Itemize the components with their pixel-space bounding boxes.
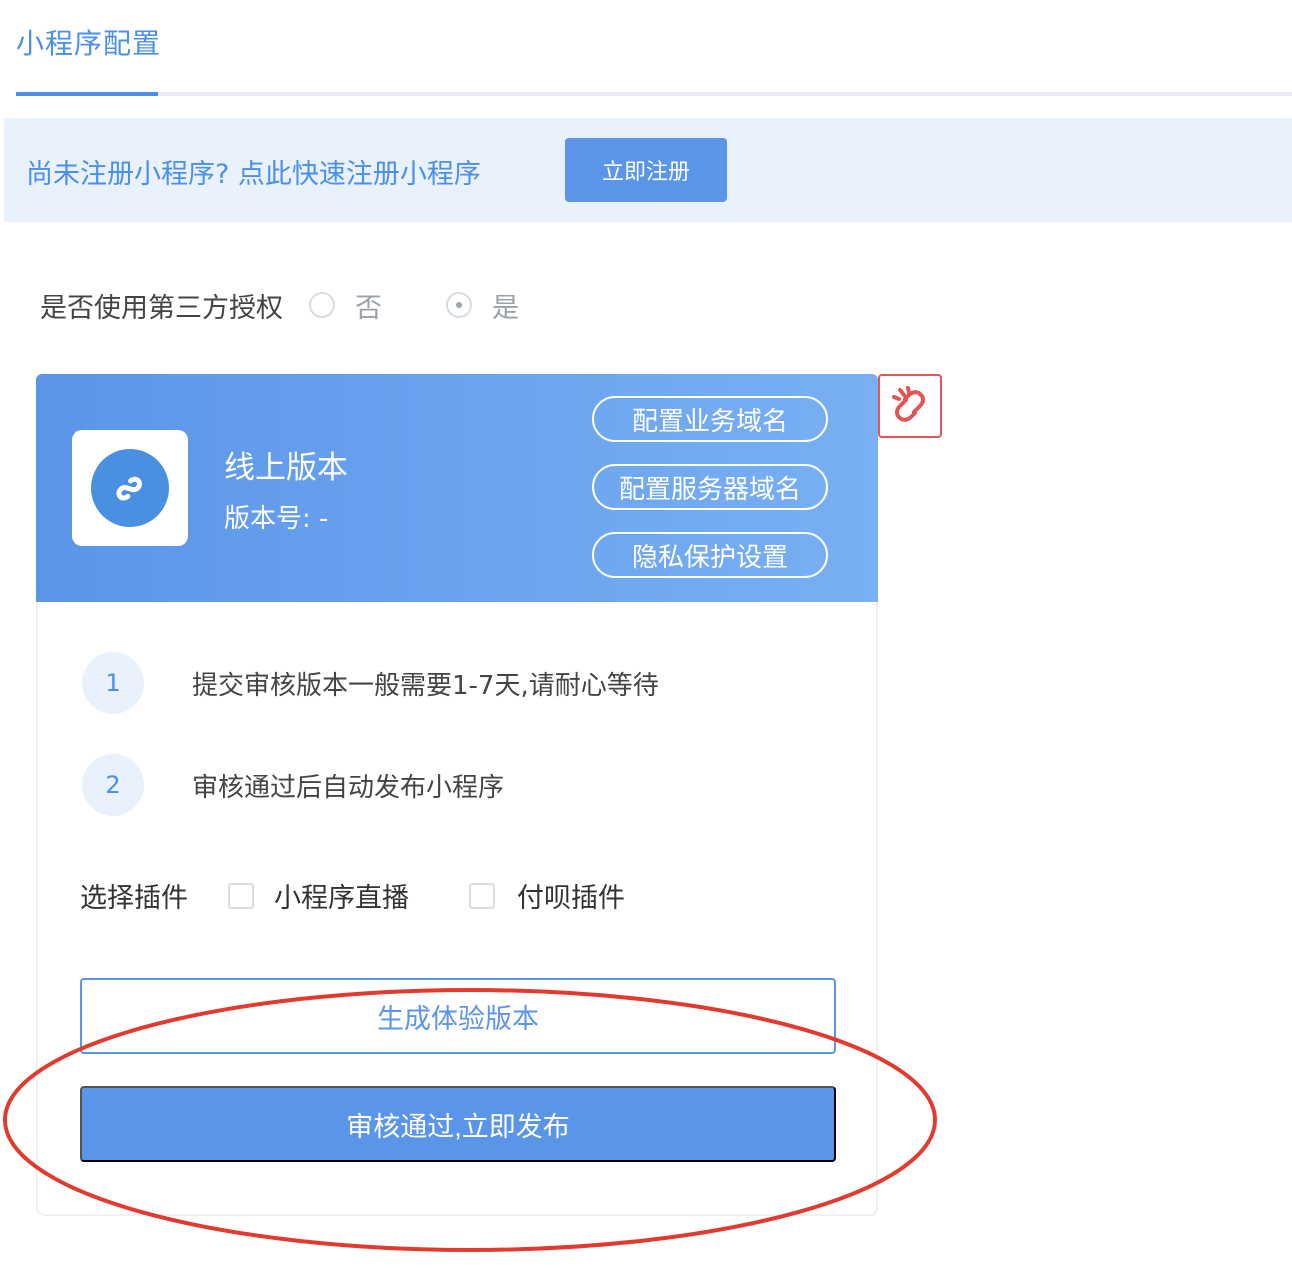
step-text: 提交审核版本一般需要1-7天,请耐心等待 [192,670,659,701]
tab-active-indicator [16,92,158,96]
step-number: 1 [82,652,144,714]
plugin-select-label: 选择插件 [80,883,188,914]
config-server-domain-button[interactable]: 配置服务器域名 [592,464,828,510]
mini-program-icon [91,449,169,527]
fubei-plugin-label[interactable]: 付呗插件 [517,876,625,915]
step-text: 审核通过后自动发布小程序 [192,772,505,803]
third-party-auth-row: 是否使用第三方授权 否 是 [40,285,519,325]
step-item: 1 提交审核版本一般需要1-7天,请耐心等待 [82,652,659,714]
app-icon-container [72,430,188,546]
radio-yes-label[interactable]: 是 [492,286,519,325]
approve-publish-button[interactable]: 审核通过,立即发布 [80,1086,836,1162]
radio-no-label[interactable]: 否 [355,286,382,325]
live-plugin-label[interactable]: 小程序直播 [274,876,409,915]
online-version-title: 线上版本 [224,450,348,486]
unlink-icon [892,386,925,422]
radio-yes[interactable] [446,292,472,318]
checkbox-live-plugin[interactable] [228,882,254,909]
checkbox-fubei-plugin[interactable] [469,882,495,909]
third-party-auth-label: 是否使用第三方授权 [40,292,283,324]
step-item: 2 审核通过后自动发布小程序 [82,754,504,816]
tab-mini-program-config[interactable]: 小程序配置 [16,22,161,62]
unlink-button[interactable] [878,374,942,438]
register-now-button[interactable]: 立即注册 [565,138,727,202]
tab-bar: 小程序配置 [16,0,1292,96]
version-number: 版本号: - [224,504,329,534]
version-card: 线上版本 版本号: - 配置业务域名 配置服务器域名 隐私保护设置 1 提交审核… [36,374,878,1216]
register-hint-text[interactable]: 尚未注册小程序? 点此快速注册小程序 [26,152,481,191]
config-business-domain-button[interactable]: 配置业务域名 [592,396,828,442]
register-banner: 尚未注册小程序? 点此快速注册小程序 立即注册 [4,118,1292,222]
plugin-select-row: 选择插件 小程序直播 付呗插件 [80,876,625,915]
privacy-settings-button[interactable]: 隐私保护设置 [592,532,828,578]
step-number: 2 [82,754,144,816]
generate-trial-version-button[interactable]: 生成体验版本 [80,978,836,1054]
radio-no[interactable] [309,292,335,318]
version-card-header: 线上版本 版本号: - 配置业务域名 配置服务器域名 隐私保护设置 [36,374,878,602]
